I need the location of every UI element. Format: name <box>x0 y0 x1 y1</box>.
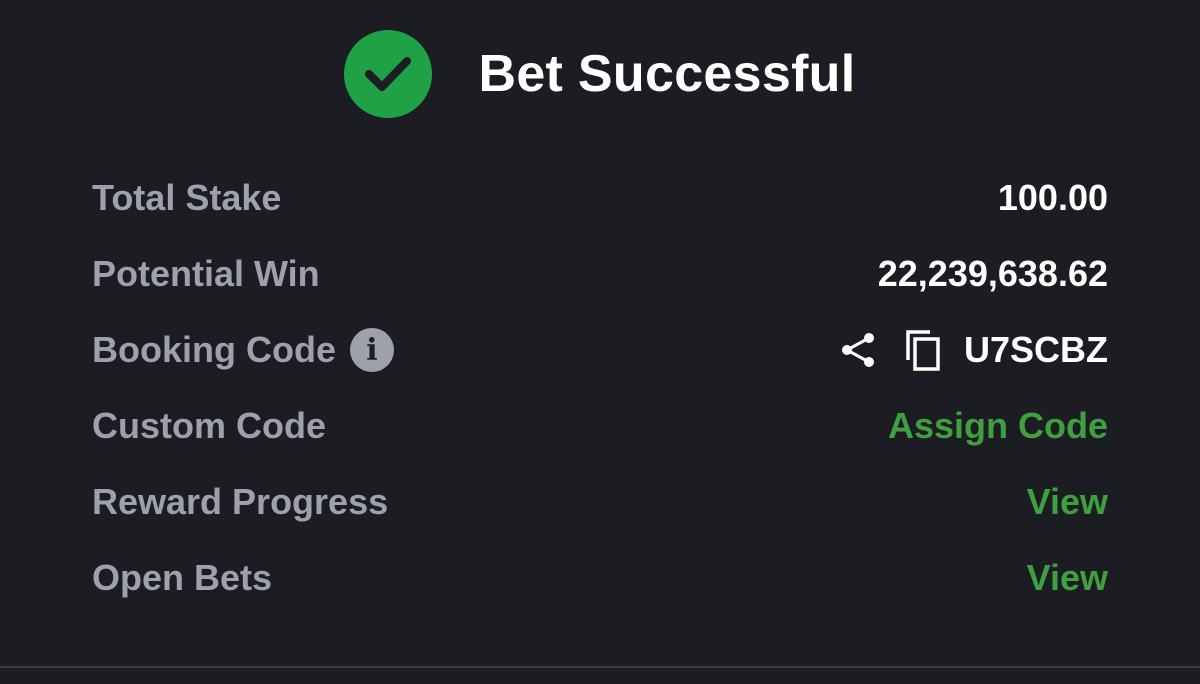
divider <box>0 666 1200 668</box>
bet-details: Total Stake 100.00 Potential Win 22,239,… <box>92 160 1108 616</box>
open-bets-view-link[interactable]: View <box>1027 557 1108 599</box>
potential-win-row: Potential Win 22,239,638.62 <box>92 236 1108 312</box>
custom-code-row: Custom Code Assign Code <box>92 388 1108 464</box>
potential-win-value: 22,239,638.62 <box>877 253 1108 294</box>
booking-code-value-group: U7SCBZ <box>838 328 1108 372</box>
open-bets-row: Open Bets View <box>92 540 1108 616</box>
assign-code-link[interactable]: Assign Code <box>888 405 1108 447</box>
potential-win-label: Potential Win <box>92 253 320 294</box>
total-stake-label: Total Stake <box>92 177 282 218</box>
total-stake-value: 100.00 <box>997 177 1108 218</box>
copy-icon[interactable] <box>904 328 942 372</box>
custom-code-label: Custom Code <box>92 405 326 446</box>
booking-code-value: U7SCBZ <box>963 329 1108 370</box>
reward-progress-label: Reward Progress <box>92 481 389 522</box>
success-header: Bet Successful <box>0 28 1200 120</box>
booking-code-label-group: Booking Code i <box>92 328 394 372</box>
total-stake-row: Total Stake 100.00 <box>92 160 1108 236</box>
reward-progress-view-link[interactable]: View <box>1027 481 1108 523</box>
open-bets-label: Open Bets <box>92 557 273 598</box>
check-circle-icon <box>344 30 433 118</box>
booking-code-row: Booking Code i U7SCBZ <box>92 312 1108 388</box>
reward-progress-row: Reward Progress View <box>92 464 1108 540</box>
share-icon[interactable] <box>838 330 878 370</box>
page-title: Bet Successful <box>478 45 856 103</box>
booking-code-label: Booking Code <box>92 329 336 370</box>
info-icon[interactable]: i <box>349 328 394 372</box>
